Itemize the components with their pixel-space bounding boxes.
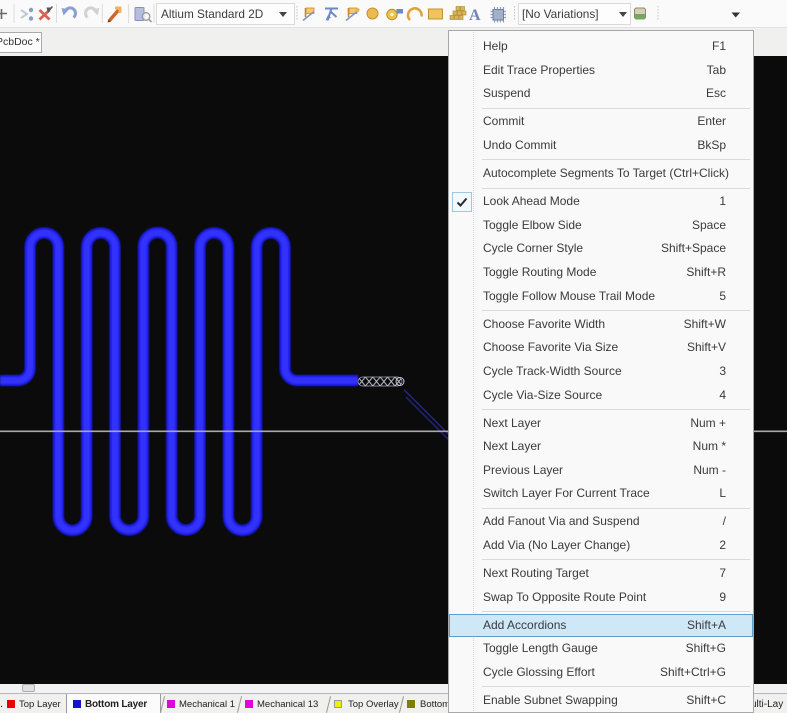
svg-text:A: A: [469, 7, 481, 24]
svg-text:[No Variations]: [No Variations]: [522, 7, 599, 21]
svg-text:Altium Standard 2D: Altium Standard 2D: [161, 7, 263, 21]
